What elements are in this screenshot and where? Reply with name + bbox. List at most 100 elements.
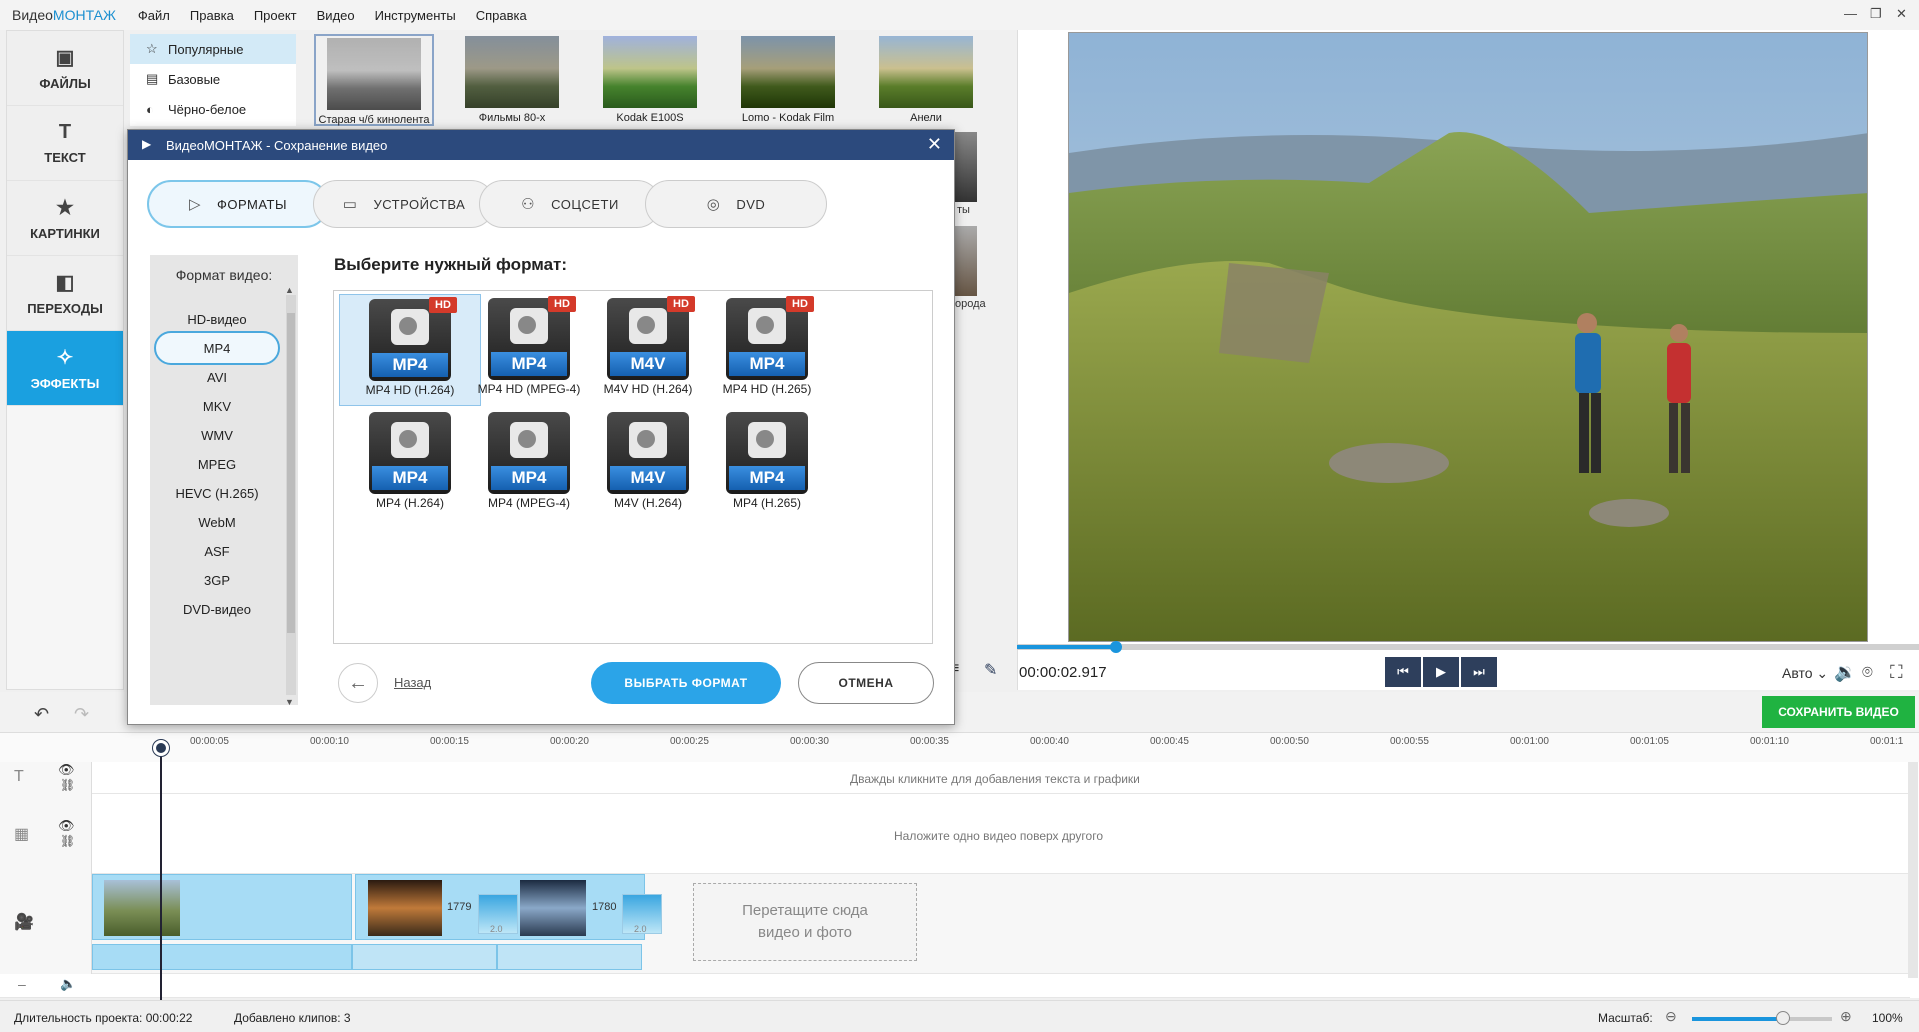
audio-track[interactable] [0, 974, 1910, 998]
overlay-track-hint: Наложите одно видео поверх другого [894, 829, 1103, 843]
share-icon: ⚇ [521, 196, 536, 213]
video-file-icon: ▷ [188, 196, 202, 213]
menu-project[interactable]: Проект [254, 8, 297, 23]
scrollbar-thumb[interactable] [287, 313, 295, 633]
tab-label: УСТРОЙСТВА [373, 196, 466, 212]
nav-transitions[interactable]: ◧ ПЕРЕХОДЫ [7, 256, 123, 331]
format-item[interactable]: DVD-видео [154, 592, 280, 626]
video-camera-icon: HD M4V [607, 296, 695, 380]
effect-thumb-partial[interactable] [955, 132, 977, 202]
menu-file[interactable]: Файл [138, 8, 170, 23]
zoom-out-icon[interactable]: ⊖ [1665, 1008, 1677, 1025]
speaker-icon[interactable]: 🔈 [60, 976, 76, 992]
tab-formats[interactable]: ▷ ФОРМАТЫ [147, 180, 329, 228]
undo-icon[interactable]: ↶ [34, 704, 49, 725]
volume-icon[interactable]: 🔉 [1834, 662, 1856, 683]
effect-category-basic[interactable]: ▤ Базовые [130, 64, 296, 94]
camera-icon[interactable]: ⌾ [1862, 662, 1873, 683]
fullscreen-icon[interactable]: ⛶ [1890, 662, 1903, 683]
video-camera-icon: MP4 [369, 412, 451, 494]
hd-badge: HD [429, 297, 457, 313]
ruler-tick: 00:00:25 [670, 736, 709, 747]
effect-category-bw[interactable]: ◐ Чёрно-белое [130, 94, 296, 124]
play-button[interactable]: ▶ [1423, 657, 1459, 687]
close-icon[interactable]: ✕ [927, 134, 942, 155]
nav-effects[interactable]: ✧ ЭФФЕКТЫ [7, 331, 123, 406]
back-button[interactable]: ← [338, 663, 378, 703]
save-video-button[interactable]: СОХРАНИТЬ ВИДЕО [1762, 696, 1915, 728]
zoom-slider-handle[interactable] [1776, 1011, 1790, 1025]
timeline-scrollbar[interactable] [1908, 762, 1918, 978]
scroll-up-icon[interactable]: ▲ [285, 285, 294, 295]
tab-devices[interactable]: ▭ УСТРОЙСТВА [313, 180, 495, 228]
audio-clip[interactable] [92, 944, 352, 970]
app-logo: ВидеоМОНТАЖ [12, 7, 116, 23]
menu-tools[interactable]: Инструменты [375, 8, 456, 23]
effect-thumb[interactable]: Фильмы 80-х [452, 34, 572, 126]
nav-pictures[interactable]: ★ КАРТИНКИ [7, 181, 123, 256]
menu-video[interactable]: Видео [317, 8, 355, 23]
tab-label: СОЦСЕТИ [551, 196, 619, 212]
maximize-icon[interactable]: ❐ [1870, 6, 1882, 22]
format-option[interactable]: MP4 MP4 (H.265) [696, 408, 838, 520]
nav-text-label: ТЕКСТ [44, 150, 86, 165]
eye-icon[interactable]: 👁 [58, 818, 75, 834]
format-option[interactable]: HD MP4 MP4 HD (H.265) [696, 294, 838, 406]
effect-thumb-label: Анели [910, 112, 942, 124]
ruler-tick: 00:00:05 [190, 736, 229, 747]
link-icon[interactable]: ⛓ [60, 778, 75, 792]
effect-thumb[interactable]: Старая ч/б кинолента [314, 34, 434, 126]
quality-select[interactable]: Авто ⌄ [1782, 665, 1828, 682]
menu-help[interactable]: Справка [476, 8, 527, 23]
format-badge: MP4 [729, 352, 805, 376]
star-outline-icon: ☆ [146, 41, 158, 56]
quality-value: Авто [1782, 665, 1813, 681]
ruler-tick: 00:00:15 [430, 736, 469, 747]
play-icon: ▶ [1436, 664, 1446, 679]
next-frame-button[interactable]: ⏭ [1461, 657, 1497, 687]
nav-files[interactable]: ▣ ФАЙЛЫ [7, 31, 123, 106]
scroll-down-icon[interactable]: ▼ [285, 697, 294, 707]
playhead-handle[interactable] [153, 740, 169, 756]
drop-zone-line1: Перетащите сюда [742, 902, 868, 919]
redo-icon[interactable]: ↷ [74, 704, 89, 725]
effect-thumb[interactable]: Lomo - Kodak Film [728, 34, 848, 126]
audio-clip[interactable] [352, 944, 497, 970]
seekbar-handle[interactable] [1110, 641, 1122, 653]
effect-category-popular[interactable]: ☆ Популярные [130, 34, 296, 64]
transition-duration: 2.0 [490, 924, 503, 934]
seekbar-fill [1017, 645, 1116, 649]
minimize-icon[interactable]: — [1844, 6, 1857, 21]
preview-seekbar[interactable] [1017, 644, 1919, 650]
save-video-dialog: ▶ ВидеоМОНТАЖ - Сохранение видео ✕ ▷ ФОРМ… [127, 129, 955, 725]
effect-preview-image [603, 36, 697, 108]
close-window-icon[interactable]: ✕ [1896, 6, 1907, 22]
tab-dvd[interactable]: ◎ DVD [645, 180, 827, 228]
choose-format-button[interactable]: ВЫБРАТЬ ФОРМАТ [591, 662, 781, 704]
effect-thumb[interactable]: Kodak E100S [590, 34, 710, 126]
drop-zone[interactable]: Перетащите сюда видео и фото [693, 883, 917, 961]
bw-icon: ◐ [146, 101, 154, 117]
format-badge: M4V [610, 352, 686, 376]
prev-frame-button[interactable]: ⏮ [1385, 657, 1421, 687]
nav-text[interactable]: T ТЕКСТ [7, 106, 123, 181]
back-link[interactable]: Назад [394, 675, 431, 690]
nav-files-label: ФАЙЛЫ [39, 76, 91, 91]
text-track-icon: T [14, 768, 24, 785]
ruler-tick: 00:00:35 [910, 736, 949, 747]
effect-thumb-partial[interactable] [955, 226, 977, 296]
format-option-name: MP4 (H.265) [732, 496, 802, 510]
audio-clip[interactable] [497, 944, 642, 970]
menu-edit[interactable]: Правка [190, 8, 234, 23]
nav-pictures-label: КАРТИНКИ [30, 226, 100, 241]
video-camera-icon: HD MP4 [488, 296, 576, 380]
video-preview[interactable] [1068, 32, 1868, 642]
link-icon[interactable]: ⛓ [60, 834, 75, 848]
brush-icon[interactable]: ✎ [984, 660, 997, 680]
tab-social[interactable]: ⚇ СОЦСЕТИ [479, 180, 661, 228]
effect-thumb[interactable]: Анели [866, 34, 986, 126]
eye-icon[interactable]: 👁 [58, 762, 75, 778]
cancel-button[interactable]: ОТМЕНА [798, 662, 934, 704]
zoom-in-icon[interactable]: ⊕ [1840, 1008, 1852, 1025]
minus-icon[interactable]: – [18, 976, 26, 992]
